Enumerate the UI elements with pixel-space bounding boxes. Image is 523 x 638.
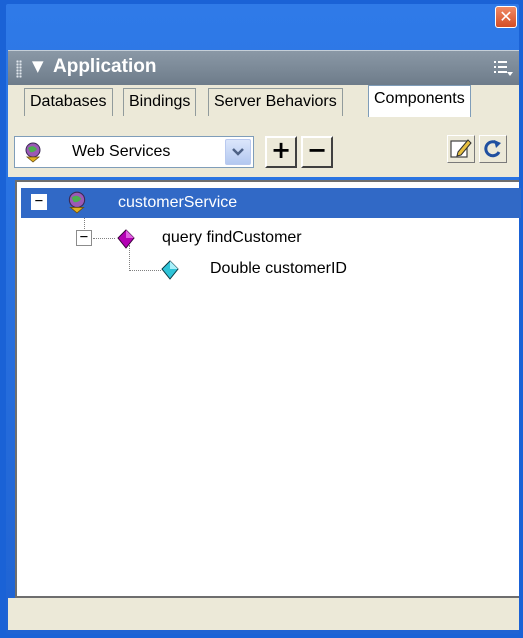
edit-button[interactable]	[447, 135, 475, 163]
drag-grip-icon[interactable]	[16, 60, 22, 78]
web-service-icon	[25, 142, 41, 163]
component-type-select[interactable]: Web Services	[14, 136, 254, 168]
tab-bindings[interactable]: Bindings	[123, 88, 197, 116]
tab-strip: Databases Bindings Server Behaviors Comp…	[8, 85, 519, 117]
method-label: query findCustomer	[162, 229, 302, 246]
refresh-button[interactable]	[479, 135, 507, 163]
edit-icon	[450, 139, 472, 158]
tree-node-parameter[interactable]: Double customerID	[17, 254, 517, 284]
components-toolbar: Web Services + −	[8, 117, 519, 177]
tree-node-method[interactable]: − query findCustomer	[17, 223, 517, 253]
close-button[interactable]: ✕	[495, 6, 517, 28]
chevron-down-icon	[232, 148, 244, 156]
parameter-icon	[161, 260, 179, 280]
components-tree[interactable]: − customerService − query findCustomer D…	[15, 180, 521, 598]
refresh-icon	[484, 140, 501, 158]
web-service-icon	[68, 191, 86, 214]
collapse-toggle-icon[interactable]: −	[76, 230, 92, 246]
component-type-label: Web Services	[72, 143, 171, 160]
service-label: customerService	[118, 194, 238, 211]
add-component-button[interactable]: +	[265, 136, 297, 168]
remove-component-button[interactable]: −	[301, 136, 333, 168]
tab-server-behaviors[interactable]: Server Behaviors	[208, 88, 343, 116]
tree-node-service[interactable]: − customerService	[21, 188, 521, 218]
collapse-arrow-icon[interactable]: ▼	[32, 57, 44, 75]
collapse-toggle-icon[interactable]: −	[31, 194, 47, 210]
method-icon	[117, 229, 135, 249]
parameter-label: Double customerID	[210, 260, 347, 277]
dropdown-button[interactable]	[225, 139, 251, 165]
tab-databases[interactable]: Databases	[24, 88, 113, 116]
options-menu-icon[interactable]	[493, 59, 513, 77]
tab-components[interactable]: Components	[368, 85, 471, 117]
panel-footer	[8, 598, 519, 630]
window-frame: ✕ ▼ Application Databases Bindings Serve…	[0, 0, 523, 638]
panel-title[interactable]: Application	[53, 56, 156, 78]
panel-header[interactable]: ▼ Application	[8, 50, 519, 85]
